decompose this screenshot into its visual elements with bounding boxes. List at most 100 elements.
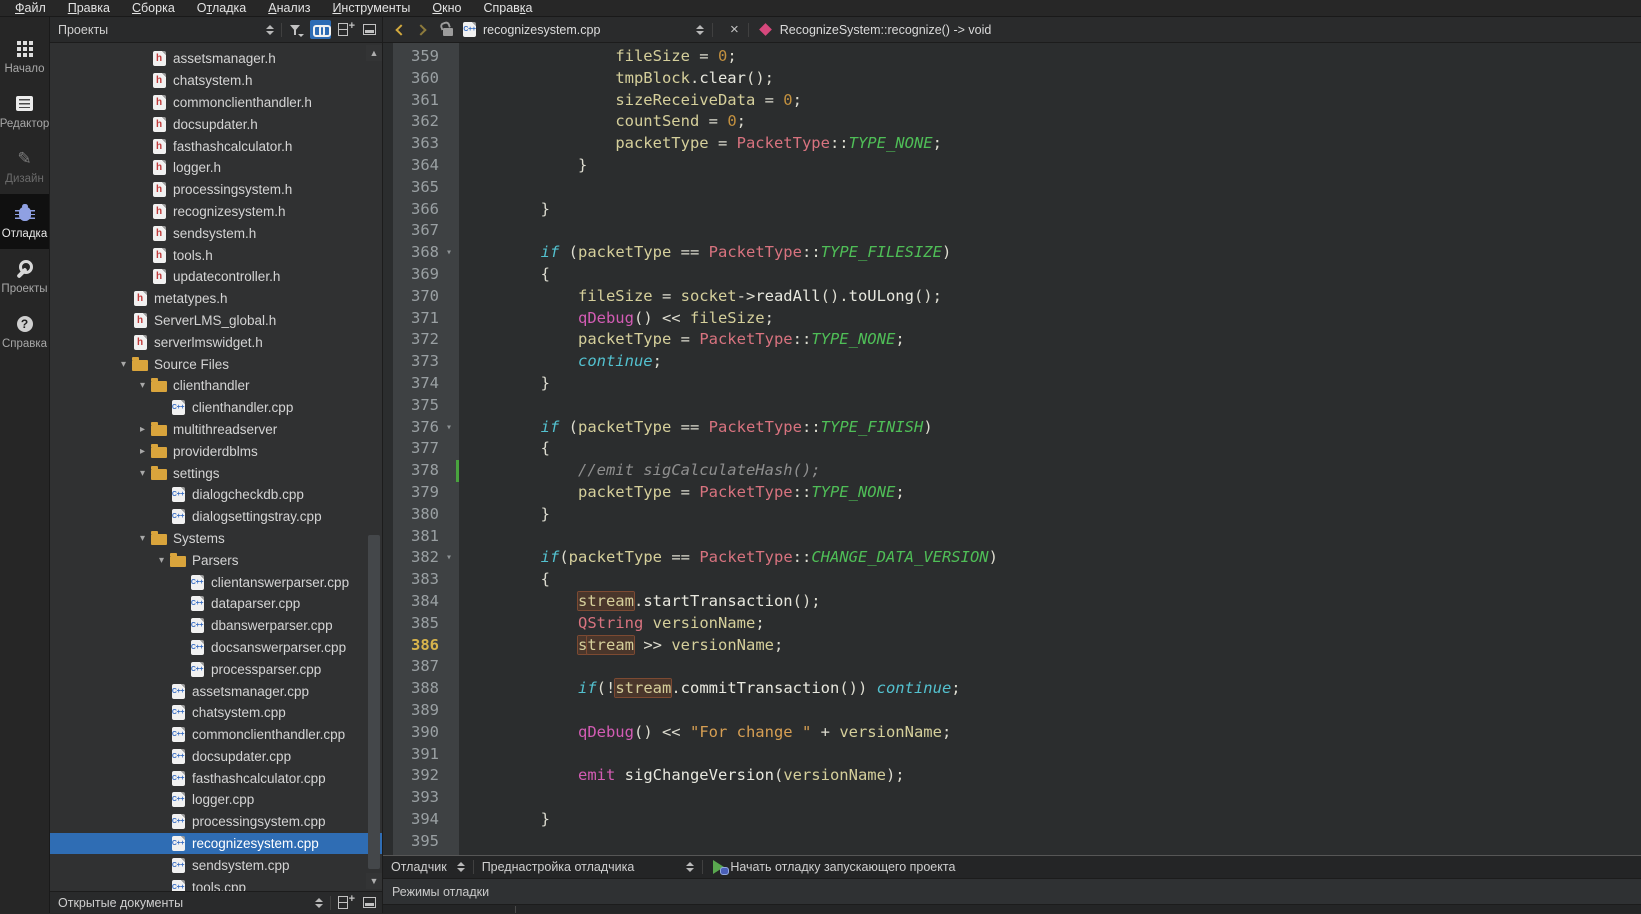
symbol-breadcrumb[interactable]: RecognizeSystem::recognize() -> void (780, 23, 992, 37)
chevron-down-icon[interactable]: ▾ (134, 380, 151, 391)
chevron-right-icon[interactable]: ▸ (134, 446, 151, 457)
start-debug-icon[interactable] (713, 860, 724, 874)
tree-item-recognizesystem.h[interactable]: hrecognizesystem.h (50, 201, 382, 223)
tree-item-docsanswerparser.cpp[interactable]: C++docsanswerparser.cpp (50, 637, 382, 659)
navigate-back-icon[interactable] (395, 24, 406, 35)
fold-marker-icon[interactable]: ▾ (439, 242, 459, 264)
split-new-icon[interactable] (338, 896, 348, 909)
menu-item-analyze[interactable]: Анализ (257, 0, 321, 16)
tree-item-logger.h[interactable]: hlogger.h (50, 157, 382, 179)
sync-with-editor-icon[interactable] (310, 20, 331, 39)
menu-item-help[interactable]: Справка (472, 0, 543, 16)
tree-item-clienthandler.cpp[interactable]: C++clienthandler.cpp (50, 397, 382, 419)
token: versionName (671, 636, 774, 654)
fold-marker-icon[interactable]: ▾ (439, 417, 459, 439)
tree-item-processingsystem.cpp[interactable]: C++processingsystem.cpp (50, 811, 382, 833)
tree-item-serverlms_global.h[interactable]: hServerLMS_global.h (50, 310, 382, 332)
tree-item-settings[interactable]: ▾settings (50, 462, 382, 484)
preset-combo-icon[interactable] (686, 862, 694, 872)
close-document-icon[interactable]: × (721, 23, 748, 37)
chevron-right-icon[interactable]: ▸ (134, 424, 151, 435)
tree-item-processingsystem.h[interactable]: hprocessingsystem.h (50, 179, 382, 201)
tree-item-commonclienthandler.cpp[interactable]: C++commonclienthandler.cpp (50, 724, 382, 746)
menu-item-file[interactable]: Файл (4, 0, 57, 16)
scroll-up-icon[interactable]: ▲ (366, 45, 382, 61)
tree-item-chatsystem.h[interactable]: hchatsystem.h (50, 70, 382, 92)
tree-item-source-files[interactable]: ▾Source Files (50, 353, 382, 375)
folder-icon (151, 532, 167, 545)
menu-item-debug[interactable]: Отладка (186, 0, 257, 16)
tree-item-clientanswerparser.cpp[interactable]: C++clientanswerparser.cpp (50, 571, 382, 593)
tree-item-serverlmswidget.h[interactable]: hserverlmswidget.h (50, 331, 382, 353)
tree-item-recognizesystem.cpp[interactable]: C++recognizesystem.cpp (50, 833, 382, 855)
token: ; (933, 134, 942, 152)
navigate-forward-icon[interactable] (415, 24, 426, 35)
debugger-combo-icon[interactable] (457, 862, 465, 872)
tree-item-metatypes.h[interactable]: hmetatypes.h (50, 288, 382, 310)
tree-item-assetsmanager.cpp[interactable]: C++assetsmanager.cpp (50, 680, 382, 702)
menu-item-build[interactable]: Сборка (121, 0, 186, 16)
open-file-name[interactable]: recognizesystem.cpp (483, 23, 696, 37)
tree-item-dialogcheckdb.cpp[interactable]: C++dialogcheckdb.cpp (50, 484, 382, 506)
mode-projects[interactable]: Проекты (0, 249, 49, 304)
tree-item-dataparser.cpp[interactable]: C++dataparser.cpp (50, 593, 382, 615)
fold-spacer (439, 177, 459, 199)
chevron-down-icon[interactable]: ▾ (153, 555, 170, 566)
fold-spacer (439, 286, 459, 308)
tree-item-systems[interactable]: ▾Systems (50, 528, 382, 550)
mode-help[interactable]: ?Справка (0, 304, 49, 359)
header-file-icon: h (151, 269, 167, 284)
menu-item-edit[interactable]: Правка (57, 0, 121, 16)
tree-item-assetsmanager.h[interactable]: hassetsmanager.h (50, 48, 382, 70)
document-dropdown-icon[interactable] (696, 25, 704, 35)
hide-panel-icon[interactable] (363, 24, 376, 35)
mode-editor[interactable]: Редактор (0, 84, 49, 139)
tree-item-sendsystem.h[interactable]: hsendsystem.h (50, 222, 382, 244)
panel-combo-arrows-icon[interactable] (315, 898, 323, 908)
mode-debug[interactable]: Отладка (0, 194, 49, 249)
tree-item-docsupdater.cpp[interactable]: C++docsupdater.cpp (50, 746, 382, 768)
token: fileSize (578, 287, 653, 305)
split-new-icon[interactable] (338, 23, 348, 36)
tree-item-updatecontroller.h[interactable]: hupdatecontroller.h (50, 266, 382, 288)
debug-modes-label: Режимы отладки (392, 885, 489, 899)
code-editor[interactable]: 359 fileSize = 0;360 tmpBlock.clear();36… (383, 43, 1641, 855)
tree-item-label: chatsystem.cpp (192, 705, 286, 720)
tree-item-fasthashcalculator.h[interactable]: hfasthashcalculator.h (50, 135, 382, 157)
hide-panel-icon[interactable] (363, 897, 376, 908)
tree-item-providerdblms[interactable]: ▸providerdblms (50, 440, 382, 462)
chevron-down-icon[interactable]: ▾ (115, 359, 132, 370)
start-debug-label[interactable]: Начать отладку запускающего проекта (730, 860, 955, 874)
tree-item-chatsystem.cpp[interactable]: C++chatsystem.cpp (50, 702, 382, 724)
menu-item-window[interactable]: Окно (421, 0, 472, 16)
fold-marker-icon[interactable]: ▾ (439, 547, 459, 569)
tree-item-clienthandler[interactable]: ▾clienthandler (50, 375, 382, 397)
tree-scrollbar[interactable]: ▲ ▼ (366, 43, 382, 891)
debugger-selector-label[interactable]: Отладчик (391, 860, 447, 874)
menu-item-tools[interactable]: Инструменты (321, 0, 421, 16)
scroll-down-icon[interactable]: ▼ (366, 873, 382, 889)
tree-item-sendsystem.cpp[interactable]: C++sendsystem.cpp (50, 854, 382, 876)
tree-item-dialogsettingstray.cpp[interactable]: C++dialogsettingstray.cpp (50, 506, 382, 528)
debugger-preset-label[interactable]: Преднастройка отладчика (482, 860, 635, 874)
tree-item-docsupdater.h[interactable]: hdocsupdater.h (50, 113, 382, 135)
scrollbar-thumb[interactable] (368, 535, 380, 869)
tree-item-parsers[interactable]: ▾Parsers (50, 549, 382, 571)
open-documents-header[interactable]: Открытые документы (50, 891, 382, 913)
vcs-change-marker (456, 460, 459, 482)
tree-item-tools.h[interactable]: htools.h (50, 244, 382, 266)
tree-item-processparser.cpp[interactable]: C++processparser.cpp (50, 658, 382, 680)
chevron-down-icon[interactable]: ▾ (134, 533, 151, 544)
chevron-down-icon[interactable]: ▾ (134, 468, 151, 479)
tree-item-commonclienthandler.h[interactable]: hcommonclienthandler.h (50, 92, 382, 114)
tree-item-multithreadserver[interactable]: ▸multithreadserver (50, 419, 382, 441)
filter-icon[interactable] (289, 23, 303, 37)
tree-item-tools.cpp[interactable]: C++tools.cpp (50, 876, 382, 891)
token: packetType (578, 330, 671, 348)
mode-design[interactable]: ✎Дизайн (0, 139, 49, 194)
tree-item-logger.cpp[interactable]: C++logger.cpp (50, 789, 382, 811)
mode-welcome[interactable]: Начало (0, 29, 49, 84)
panel-combo-arrows-icon[interactable] (266, 25, 274, 35)
tree-item-dbanswerparser.cpp[interactable]: C++dbanswerparser.cpp (50, 615, 382, 637)
tree-item-fasthashcalculator.cpp[interactable]: C++fasthashcalculator.cpp (50, 767, 382, 789)
